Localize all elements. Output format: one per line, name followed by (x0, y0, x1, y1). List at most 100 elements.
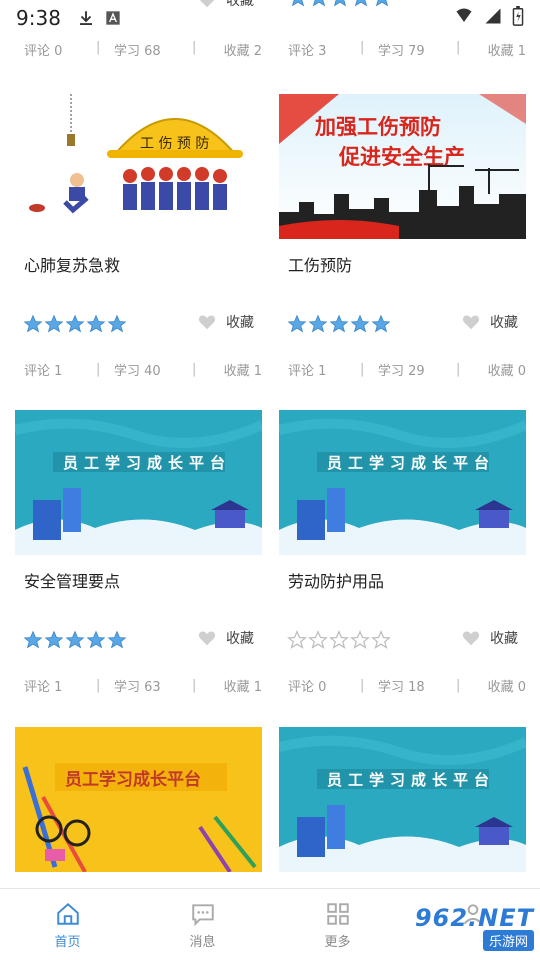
rating-stars (23, 630, 127, 650)
learn-count: 学习 40 (114, 364, 161, 379)
heart-icon (462, 315, 480, 330)
favorite-label: 收藏 (226, 631, 254, 647)
star-filled-icon (329, 314, 349, 333)
course-title[interactable]: 劳动防护用品 (288, 568, 384, 592)
comment-count: 评论 1 (288, 364, 327, 379)
favorite-label: 收藏 (226, 315, 254, 331)
comment-count: 评论 3 (288, 44, 327, 59)
learn-count: 学习 29 (378, 364, 425, 379)
star-filled-icon (44, 314, 64, 333)
nav-label: 首页 (54, 935, 81, 950)
divider: | (96, 678, 101, 693)
divider: | (96, 362, 101, 377)
favorite-label: 收藏 (490, 631, 518, 647)
learn-count: 学习 18 (378, 680, 425, 695)
nav-home[interactable]: 首页 (0, 889, 135, 960)
favorite-button[interactable]: 收藏 (462, 628, 518, 648)
card-stats: 评论 0 | 学习 68 | 收藏 2 (24, 40, 262, 59)
divider: | (456, 678, 461, 693)
banner-text: 员工学习成长平台 (327, 771, 495, 789)
watermark-suffix: .NET (468, 904, 534, 932)
course-thumbnail[interactable]: 员工学习成长平台 (15, 727, 262, 872)
grid-icon (326, 903, 349, 925)
rating-stars (23, 314, 127, 334)
favorite-count: 收藏 0 (487, 364, 526, 379)
nav-label: 消息 (189, 935, 216, 950)
star-empty-icon (350, 630, 370, 649)
banner-line1: 加强工伤预防 (314, 115, 441, 139)
course-thumbnail[interactable]: 员工学习成长平台 (279, 727, 526, 872)
course-feed[interactable]: 收藏 评论 0 | 学习 68 | 收藏 2 评论 3 | 学习 79 | 收藏… (0, 0, 540, 888)
divider: | (456, 40, 461, 55)
favorite-count: 收藏 0 (487, 680, 526, 695)
watermark-logo: 962.NET 乐游网 (400, 904, 540, 956)
course-thumbnail[interactable]: 加强工伤预防 促进安全生产 (279, 94, 526, 239)
card-stats: 评论 1 | 学习 40 | 收藏 1 (24, 360, 262, 379)
rating-stars (287, 314, 391, 334)
divider: | (192, 678, 197, 693)
learn-count: 学习 79 (378, 44, 425, 59)
card-stats: 评论 3 | 学习 79 | 收藏 1 (288, 40, 526, 59)
course-title[interactable]: 心肺复苏急救 (24, 252, 120, 276)
star-empty-icon (371, 630, 391, 649)
divider: | (96, 40, 101, 55)
divider: | (360, 362, 365, 377)
heart-icon (198, 631, 216, 646)
star-filled-icon (65, 630, 85, 649)
course-thumbnail[interactable]: 员工学习成长平台 (279, 410, 526, 555)
battery-icon (512, 6, 524, 30)
favorite-label: 收藏 (490, 315, 518, 331)
banner-text: 员工学习成长平台 (63, 454, 231, 472)
comment-count: 评论 1 (24, 364, 63, 379)
star-filled-icon (23, 314, 43, 333)
comment-count: 评论 0 (24, 44, 63, 59)
nav-more[interactable]: 更多 (270, 889, 405, 960)
comment-count: 评论 0 (288, 680, 327, 695)
banner-text: 员工学习成长平台 (65, 769, 201, 790)
nav-messages[interactable]: 消息 (135, 889, 270, 960)
star-filled-icon (44, 630, 64, 649)
bottom-navigation: 首页 消息 更多 962.NET 乐游网 (0, 888, 540, 960)
divider: | (192, 40, 197, 55)
favorite-count: 收藏 2 (223, 44, 262, 59)
star-filled-icon (86, 314, 106, 333)
course-title[interactable]: 工伤预防 (288, 252, 352, 276)
course-thumbnail[interactable]: 员工学习成长平台 (15, 410, 262, 555)
svg-text:工 伤 预 防: 工 伤 预 防 (140, 136, 209, 152)
message-icon (191, 904, 214, 927)
star-filled-icon (65, 314, 85, 333)
course-title[interactable]: 安全管理要点 (24, 568, 120, 592)
download-icon (77, 9, 95, 27)
star-filled-icon (107, 630, 127, 649)
heart-icon (462, 631, 480, 646)
watermark-number: 962 (414, 904, 469, 932)
signal-icon (454, 7, 474, 29)
course-thumbnail[interactable]: 工 伤 预 防 (15, 94, 262, 239)
keyboard-icon (105, 10, 121, 26)
divider: | (192, 362, 197, 377)
divider: | (360, 40, 365, 55)
status-time: 9:38 (16, 6, 61, 30)
learn-count: 学习 68 (114, 44, 161, 59)
watermark-text: 乐游网 (482, 930, 534, 951)
banner-text: 员工学习成长平台 (327, 454, 495, 472)
learn-count: 学习 63 (114, 680, 161, 695)
favorite-button[interactable]: 收藏 (198, 312, 254, 332)
nav-label: 更多 (324, 935, 351, 950)
star-filled-icon (308, 314, 328, 333)
comment-count: 评论 1 (24, 680, 63, 695)
divider: | (456, 362, 461, 377)
star-empty-icon (308, 630, 328, 649)
favorite-button[interactable]: 收藏 (198, 628, 254, 648)
favorite-count: 收藏 1 (223, 680, 262, 695)
favorite-count: 收藏 1 (487, 44, 526, 59)
heart-icon (198, 315, 216, 330)
card-stats: 评论 1 | 学习 29 | 收藏 0 (288, 360, 526, 379)
favorite-count: 收藏 1 (223, 364, 262, 379)
cellular-icon (484, 7, 502, 29)
star-filled-icon (371, 314, 391, 333)
divider: | (360, 678, 365, 693)
favorite-button[interactable]: 收藏 (462, 312, 518, 332)
star-filled-icon (107, 314, 127, 333)
status-bar: 9:38 (0, 0, 540, 36)
